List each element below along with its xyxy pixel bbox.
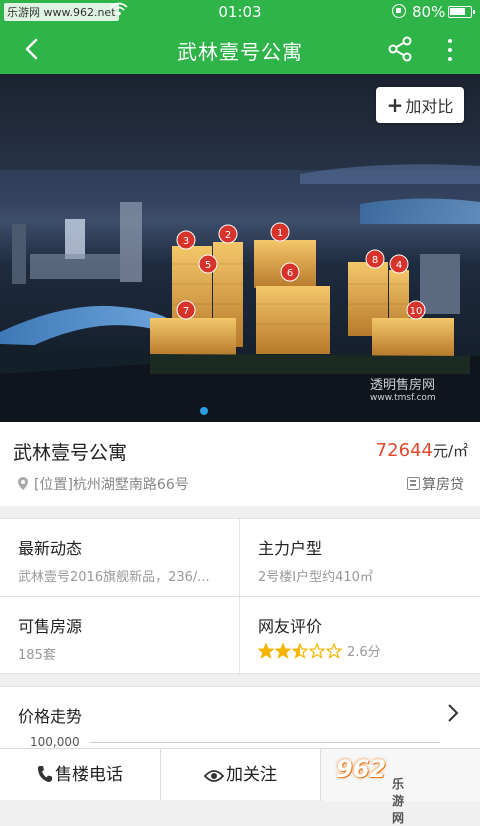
main-unit-value: 2号楼I户型约410㎡ <box>258 570 373 585</box>
battery-icon <box>448 6 475 18</box>
mortgage-calculator-link[interactable]: 算房贷 <box>407 474 464 494</box>
building-marker-4[interactable]: 4 <box>389 254 409 274</box>
eye-icon <box>203 752 225 804</box>
property-name: 武林壹号公寓 <box>13 442 128 464</box>
phone-icon <box>37 752 53 804</box>
sales-phone-button[interactable]: 售楼电话 <box>0 749 160 801</box>
add-compare-button[interactable]: + 加对比 <box>376 87 464 123</box>
divider <box>239 519 240 675</box>
logo-site: 乐游网 <box>392 777 405 825</box>
logo-text: 962 <box>336 755 387 783</box>
battery-percent: 80% <box>412 3 446 21</box>
top-nav-bar: 武林壹号公寓 <box>0 24 480 74</box>
main-unit-title: 主力户型 <box>258 539 323 558</box>
building-marker-6[interactable]: 6 <box>280 262 300 282</box>
building-marker-10[interactable]: 10 <box>406 300 426 320</box>
available-listings-cell[interactable]: 可售房源 185套 <box>0 597 240 674</box>
location-pin-icon <box>18 477 28 490</box>
battery-fill <box>450 8 466 15</box>
share-icon[interactable] <box>386 35 414 63</box>
status-bar: 乐游网 www.962.net 01:03 80% <box>0 0 480 24</box>
building-markers: 1 2 3 4 5 6 7 8 10 <box>176 222 426 320</box>
svg-text:6: 6 <box>287 268 293 279</box>
watermark-title: 透明售房网 <box>370 378 436 393</box>
star-icon <box>325 642 343 659</box>
address-row[interactable]: [位置]杭州湖墅南路66号 <box>18 474 189 494</box>
calculator-icon <box>407 477 420 490</box>
rotation-lock-icon <box>392 4 406 18</box>
price-unit: 元/㎡ <box>432 442 468 460</box>
photo-watermark: 透明售房网 www.tmsf.com <box>370 374 436 403</box>
property-photo[interactable]: 1 2 3 4 5 6 7 8 10 + 加对比 透明售房网 www.tmsf.com <box>0 74 480 422</box>
address-text: [位置]杭州湖墅南路66号 <box>34 477 189 493</box>
property-summary: 武林壹号公寓 72644元/㎡ [位置]杭州湖墅南路66号 算房贷 <box>0 422 480 506</box>
svg-text:8: 8 <box>372 255 378 266</box>
sales-phone-label: 售楼电话 <box>55 765 123 785</box>
svg-text:1: 1 <box>277 228 283 239</box>
chevron-right-icon[interactable] <box>446 703 460 723</box>
user-rating-row: 2.6分 <box>257 641 381 663</box>
building-marker-1[interactable]: 1 <box>270 222 290 242</box>
svg-text:4: 4 <box>396 260 402 271</box>
svg-text:5: 5 <box>205 260 211 271</box>
latest-news-cell[interactable]: 最新动态 武林壹号2016旗舰新品，236/... <box>0 519 240 596</box>
watermark-url: www.tmsf.com <box>370 393 436 403</box>
divider <box>0 596 480 597</box>
clock: 01:03 <box>218 3 262 21</box>
svg-text:10: 10 <box>410 306 423 317</box>
star-icon <box>274 642 292 659</box>
follow-button[interactable]: 加关注 <box>160 749 320 801</box>
star-icon <box>257 642 275 659</box>
svg-text:3: 3 <box>183 236 189 247</box>
user-rating-cell[interactable]: 网友评价 2.6分 <box>240 597 480 674</box>
price-trend-section[interactable]: 价格走势 100,000 <box>0 686 480 749</box>
rating-score: 2.6分 <box>347 645 381 660</box>
rating-stars <box>257 642 343 663</box>
bottom-action-bar: 售楼电话 加关注 962 乐游网 <box>0 748 480 825</box>
building-marker-5[interactable]: 5 <box>198 254 218 274</box>
main-unit-cell[interactable]: 主力户型 2号楼I户型约410㎡ <box>240 519 480 596</box>
available-listings-value: 185套 <box>18 648 56 663</box>
building-marker-8[interactable]: 8 <box>365 249 385 269</box>
svg-text:7: 7 <box>183 306 189 317</box>
info-grid: 最新动态 武林壹号2016旗舰新品，236/... 主力户型 2号楼I户型约41… <box>0 518 480 675</box>
star-icon <box>308 642 326 659</box>
y-axis-tick-label: 100,000 <box>30 735 80 749</box>
price-trend-title: 价格走势 <box>18 707 83 726</box>
user-rating-title: 网友评价 <box>258 617 323 636</box>
follow-label: 加关注 <box>226 765 277 785</box>
price-value: 72644 <box>375 440 433 461</box>
svg-text:2: 2 <box>225 230 231 241</box>
dot <box>448 48 452 52</box>
chart-gridline <box>90 742 440 743</box>
site-logo: 962 乐游网 <box>336 755 404 825</box>
star-icon <box>291 642 309 659</box>
more-vertical-icon[interactable] <box>440 36 460 64</box>
mortgage-calculator-label: 算房贷 <box>422 477 464 493</box>
carousel-indicator-dot[interactable] <box>200 407 208 415</box>
available-listings-title: 可售房源 <box>18 617 83 636</box>
building-marker-3[interactable]: 3 <box>176 230 196 250</box>
building-marker-2[interactable]: 2 <box>218 224 238 244</box>
dot <box>448 39 452 43</box>
price-display: 72644元/㎡ <box>376 440 468 461</box>
add-compare-label: 加对比 <box>405 97 454 116</box>
latest-news-title: 最新动态 <box>18 539 83 558</box>
latest-news-value: 武林壹号2016旗舰新品，236/... <box>18 570 210 585</box>
dot <box>448 57 452 61</box>
building-marker-7[interactable]: 7 <box>176 300 196 320</box>
